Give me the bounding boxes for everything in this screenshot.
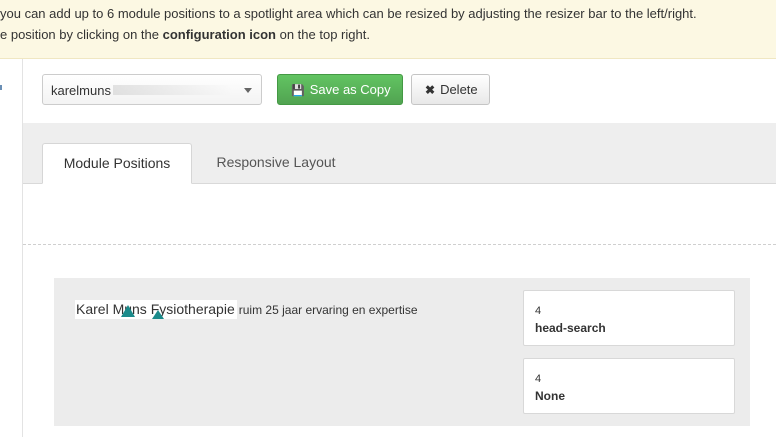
banner-configuration-icon-text: configuration icon — [162, 27, 276, 42]
position-width: 4 — [535, 305, 542, 317]
save-as-copy-label: Save as Copy — [309, 82, 391, 97]
close-icon: ✖ — [425, 83, 436, 97]
logo-triangle-icon — [121, 305, 135, 317]
layout-select[interactable]: karelmuns — [42, 74, 262, 105]
brand-name: Karel Muns Fysiotherapie — [75, 300, 237, 319]
info-banner: you can add up to 6 module positions to … — [0, 0, 776, 59]
sidebar — [0, 59, 23, 437]
position-name: None — [535, 389, 565, 403]
banner-line-2-prefix: e position by clicking on the — [0, 27, 163, 42]
tabs-bar: Module Positions Responsive Layout — [23, 123, 776, 184]
select-fade — [113, 85, 233, 95]
save-as-copy-button[interactable]: 💾 Save as Copy — [277, 74, 403, 105]
sidebar-marker — [0, 85, 2, 90]
layout-panel: Module Positions Responsive Layout Karel… — [23, 123, 776, 437]
logo-triangle-small-icon — [152, 310, 164, 319]
position-name: head-search — [535, 321, 606, 335]
layout-select-value: karelmuns — [51, 83, 111, 98]
banner-line-2-suffix: on the top right. — [276, 27, 370, 42]
tab-responsive-layout[interactable]: Responsive Layout — [201, 143, 351, 183]
spotlight-area: Karel Muns Fysiotherapie ruim 25 jaar er… — [54, 278, 750, 426]
toolbar: karelmuns 💾 Save as Copy ✖ Delete — [23, 59, 776, 123]
module-position-card[interactable]: 4 None — [523, 358, 735, 414]
chevron-down-icon — [244, 88, 252, 93]
brand-tagline: ruim 25 jaar ervaring en expertise — [238, 303, 418, 317]
floppy-disk-icon: 💾 — [291, 85, 305, 97]
divider — [23, 244, 776, 245]
header-logo-preview: Karel Muns Fysiotherapie ruim 25 jaar er… — [75, 300, 418, 319]
delete-button[interactable]: ✖ Delete — [411, 74, 490, 105]
position-width: 4 — [535, 373, 542, 385]
banner-line-1: you can add up to 6 module positions to … — [0, 6, 697, 21]
delete-label: Delete — [440, 82, 478, 97]
tab-module-positions[interactable]: Module Positions — [42, 143, 192, 184]
banner-line-2: e position by clicking on the configurat… — [0, 24, 370, 45]
module-position-card[interactable]: 4 head-search — [523, 290, 735, 346]
